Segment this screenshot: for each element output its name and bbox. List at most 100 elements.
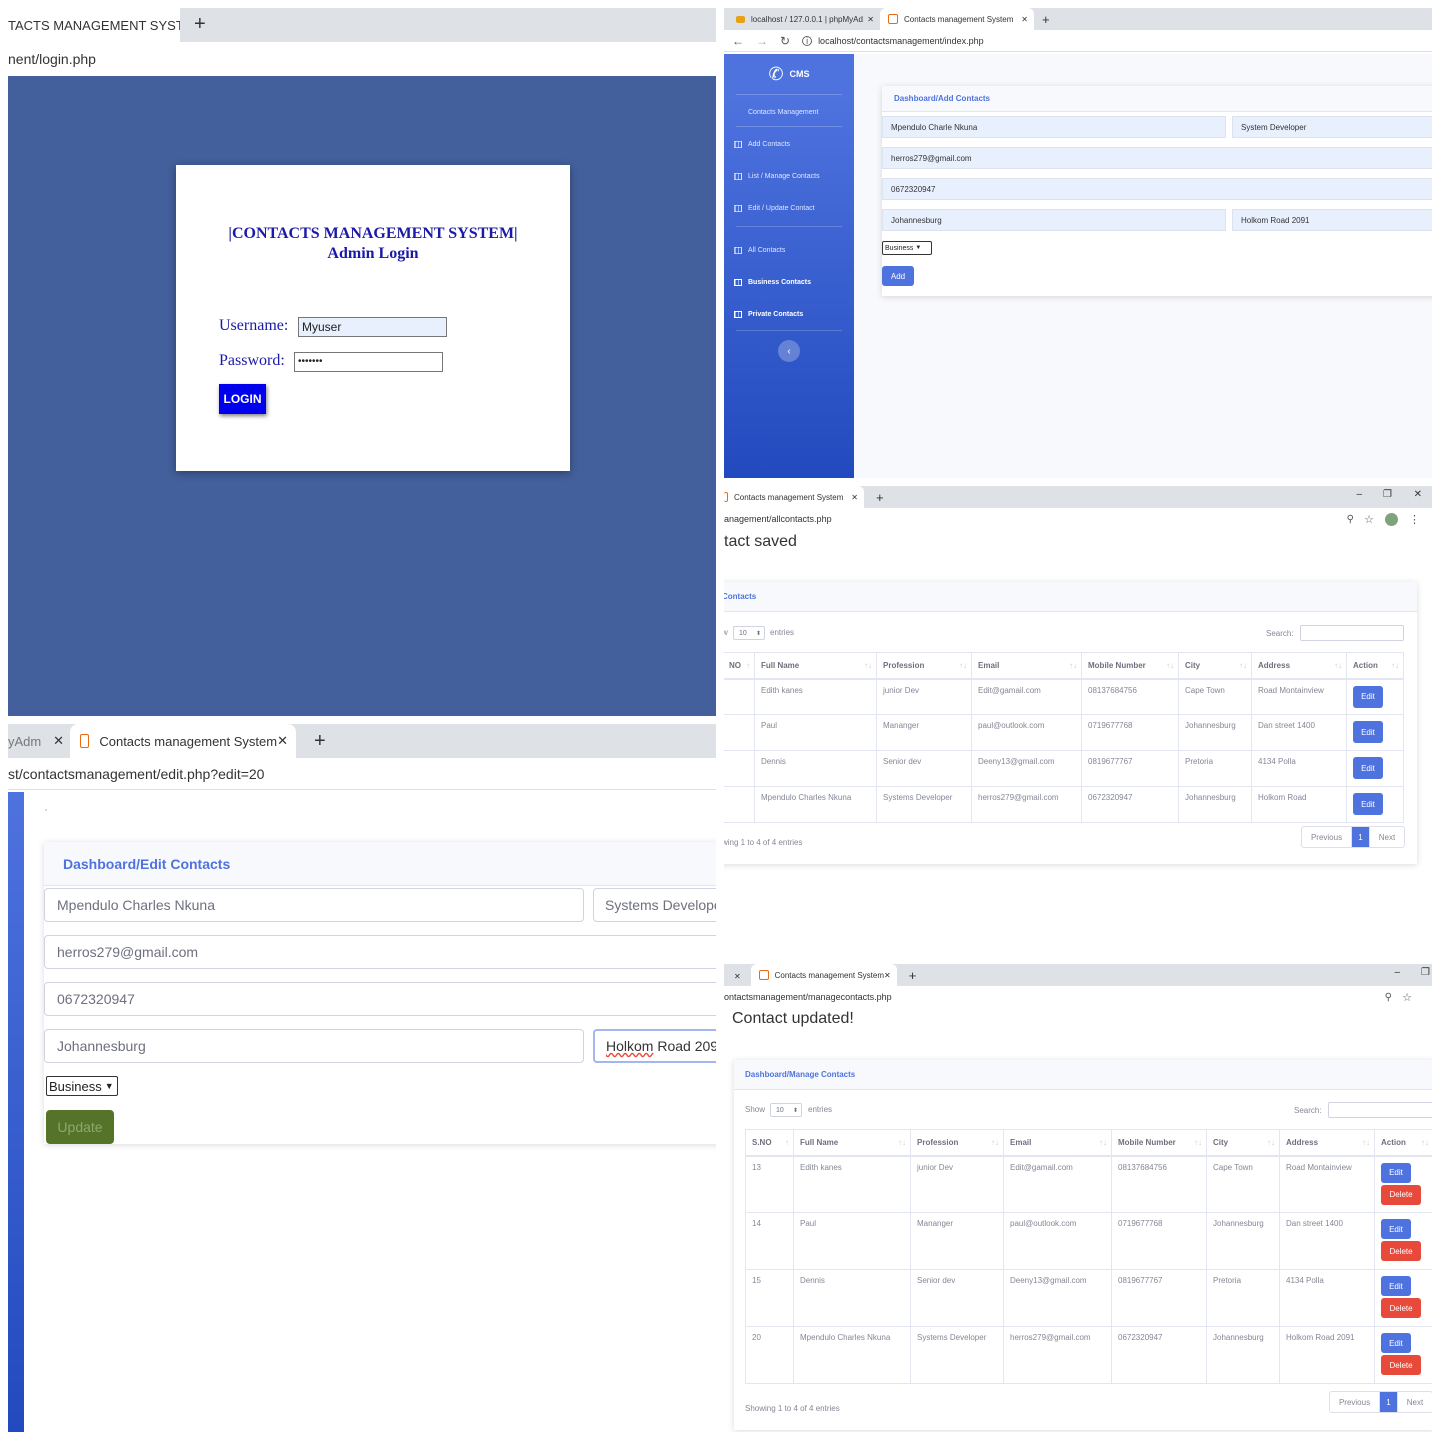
zoom-icon[interactable]: ⚲	[1347, 514, 1354, 525]
close-window-icon[interactable]: ✕	[1414, 489, 1422, 500]
close-icon[interactable]: ✕	[867, 15, 880, 24]
tab-login[interactable]: TACTS MANAGEMENT SYST ✕	[8, 8, 180, 42]
close-icon[interactable]: ✕	[277, 733, 296, 749]
forward-icon[interactable]: →	[756, 34, 768, 48]
city-input[interactable]: Johannesburg	[44, 1029, 584, 1063]
url-text[interactable]: localhost/contactsmanagement/index.php	[818, 36, 984, 46]
close-icon[interactable]: ✕	[1021, 15, 1034, 24]
delete-button[interactable]: Delete	[1381, 1184, 1421, 1205]
contact-type-select[interactable]: Business ▼	[882, 241, 932, 255]
star-icon[interactable]: ☆	[1364, 513, 1374, 526]
column-header[interactable]: Mobile Number ↑↓	[1081, 652, 1179, 680]
menu-icon[interactable]: ⋮	[1409, 513, 1420, 526]
city-input[interactable]: Johannesburg	[882, 209, 1226, 231]
info-icon[interactable]: i	[802, 35, 813, 46]
sidebar-item-all-contacts[interactable]: All Contacts	[724, 244, 854, 256]
sidebar-brand[interactable]: ✆ CMS	[724, 64, 854, 84]
password-field[interactable]: •••••••	[294, 352, 443, 372]
pagination-previous[interactable]: Previous	[1302, 827, 1352, 847]
mobile-input[interactable]: 0672320947	[44, 982, 716, 1016]
new-tab-icon[interactable]: +	[909, 968, 917, 983]
tab-phpmyadmin[interactable]: localhost / 127.0.0.1 | phpMyAdmin ✕	[724, 8, 880, 30]
delete-button[interactable]: Delete	[1381, 1241, 1421, 1261]
add-button[interactable]: Add	[882, 266, 914, 286]
edit-button[interactable]: Edit	[1353, 757, 1383, 779]
pagination-previous[interactable]: Previous	[1330, 1392, 1380, 1412]
delete-button[interactable]: Delete	[1381, 1355, 1421, 1375]
column-header[interactable]: Address ↑↓	[1251, 652, 1347, 680]
pagination-page-1[interactable]: 1	[1380, 1392, 1398, 1412]
close-icon[interactable]: ✕	[851, 493, 864, 502]
pagination-page-1[interactable]: 1	[1352, 827, 1370, 847]
avatar[interactable]	[1385, 512, 1398, 526]
email-input[interactable]: herros279@gmail.com	[882, 147, 1432, 169]
sidebar-section-title[interactable]: Contacts Management	[724, 106, 854, 118]
tab-contacts[interactable]: Contacts management System ✕	[880, 8, 1034, 30]
sidebar-item-add-contacts[interactable]: Add Contacts	[724, 138, 854, 150]
new-tab-icon[interactable]: +	[314, 730, 326, 753]
column-header[interactable]: Mobile Number ↑↓	[1111, 1129, 1207, 1157]
full-name-input[interactable]: Mpendulo Charle Nkuna	[882, 116, 1226, 138]
tab-contacts[interactable]: Contacts management System ✕	[70, 724, 296, 758]
column-header[interactable]: Full Name ↑↓	[793, 1129, 911, 1157]
column-header[interactable]: Action ↑↓	[1374, 1129, 1432, 1157]
new-tab-icon[interactable]: +	[876, 490, 884, 505]
tab-phpmyadmin[interactable]: yAdm ✕	[8, 724, 70, 758]
minimize-icon[interactable]: –	[1394, 967, 1400, 978]
column-header[interactable]: Address ↑↓	[1279, 1129, 1375, 1157]
previous-tab-close-icon[interactable]: ✕	[734, 972, 741, 981]
entries-select[interactable]: 10 ⬍	[733, 626, 765, 640]
reload-icon[interactable]: ↻	[780, 34, 790, 48]
edit-button[interactable]: Edit	[1381, 1162, 1411, 1183]
search-input[interactable]	[1328, 1102, 1432, 1118]
address-bar[interactable]: nent/login.php	[8, 44, 716, 74]
address-input[interactable]: Holkom Road 2091	[1232, 209, 1432, 231]
email-input[interactable]: herros279@gmail.com	[44, 935, 716, 969]
address-bar[interactable]: st/contactsmanagement/edit.php?edit=20	[8, 758, 716, 790]
close-icon[interactable]: ✕	[53, 733, 70, 749]
delete-button[interactable]: Delete	[1381, 1298, 1421, 1318]
full-name-input[interactable]: Mpendulo Charles Nkuna	[44, 888, 584, 922]
sidebar-item-private-contacts[interactable]: Private Contacts	[724, 308, 854, 320]
column-header[interactable]: NO ↑	[724, 652, 755, 680]
pagination-next[interactable]: Next	[1398, 1392, 1432, 1412]
restore-icon[interactable]: ❐	[1383, 489, 1392, 500]
username-field[interactable]: Myuser	[298, 317, 447, 337]
minimize-icon[interactable]: –	[1356, 489, 1362, 500]
pagination-next[interactable]: Next	[1370, 827, 1404, 847]
mobile-input[interactable]: 0672320947	[882, 178, 1432, 200]
column-header[interactable]: S.NO ↑	[745, 1129, 794, 1157]
column-header[interactable]: City ↑↓	[1206, 1129, 1280, 1157]
new-tab-icon[interactable]: +	[1042, 12, 1050, 27]
edit-button[interactable]: Edit	[1381, 1276, 1411, 1296]
edit-button[interactable]: Edit	[1353, 685, 1383, 708]
column-header[interactable]: Profession ↑↓	[876, 652, 972, 680]
address-bar[interactable]: anagement/allcontacts.php ⚲ ☆ ⋮	[724, 508, 1432, 530]
address-bar[interactable]: ontactsmanagement/managecontacts.php ⚲ ☆	[724, 986, 1432, 1008]
zoom-icon[interactable]: ⚲	[1385, 992, 1392, 1003]
sidebar-toggle-button[interactable]: ‹	[778, 340, 800, 362]
entries-select[interactable]: 10 ⬍	[770, 1103, 802, 1117]
edit-button[interactable]: Edit	[1353, 793, 1383, 815]
column-header[interactable]: Profession ↑↓	[910, 1129, 1004, 1157]
contact-type-select[interactable]: Business ▼	[46, 1076, 118, 1096]
profession-input[interactable]: System Developer	[1232, 116, 1432, 138]
search-input[interactable]	[1300, 625, 1404, 641]
column-header[interactable]: Email ↑↓	[971, 652, 1082, 680]
star-icon[interactable]: ☆	[1402, 991, 1412, 1004]
column-header[interactable]: City ↑↓	[1178, 652, 1252, 680]
address-input[interactable]: Holkom Road 209	[593, 1029, 716, 1063]
restore-icon[interactable]: ❐	[1421, 967, 1430, 978]
edit-button[interactable]: Edit	[1381, 1333, 1411, 1353]
sidebar-item-edit-contact[interactable]: Edit / Update Contact	[724, 202, 854, 214]
back-icon[interactable]: ←	[732, 34, 744, 48]
column-header[interactable]: Email ↑↓	[1003, 1129, 1112, 1157]
edit-button[interactable]: Edit	[1353, 721, 1383, 743]
column-header[interactable]: Full Name ↑↓	[754, 652, 877, 680]
close-icon[interactable]: ✕	[884, 971, 897, 980]
tab-contacts[interactable]: Contacts management System ✕	[724, 486, 864, 508]
sidebar-item-business-contacts[interactable]: Business Contacts	[724, 276, 854, 288]
update-button[interactable]: Update	[46, 1110, 114, 1144]
login-button[interactable]: LOGIN	[219, 384, 266, 414]
edit-button[interactable]: Edit	[1381, 1219, 1411, 1239]
